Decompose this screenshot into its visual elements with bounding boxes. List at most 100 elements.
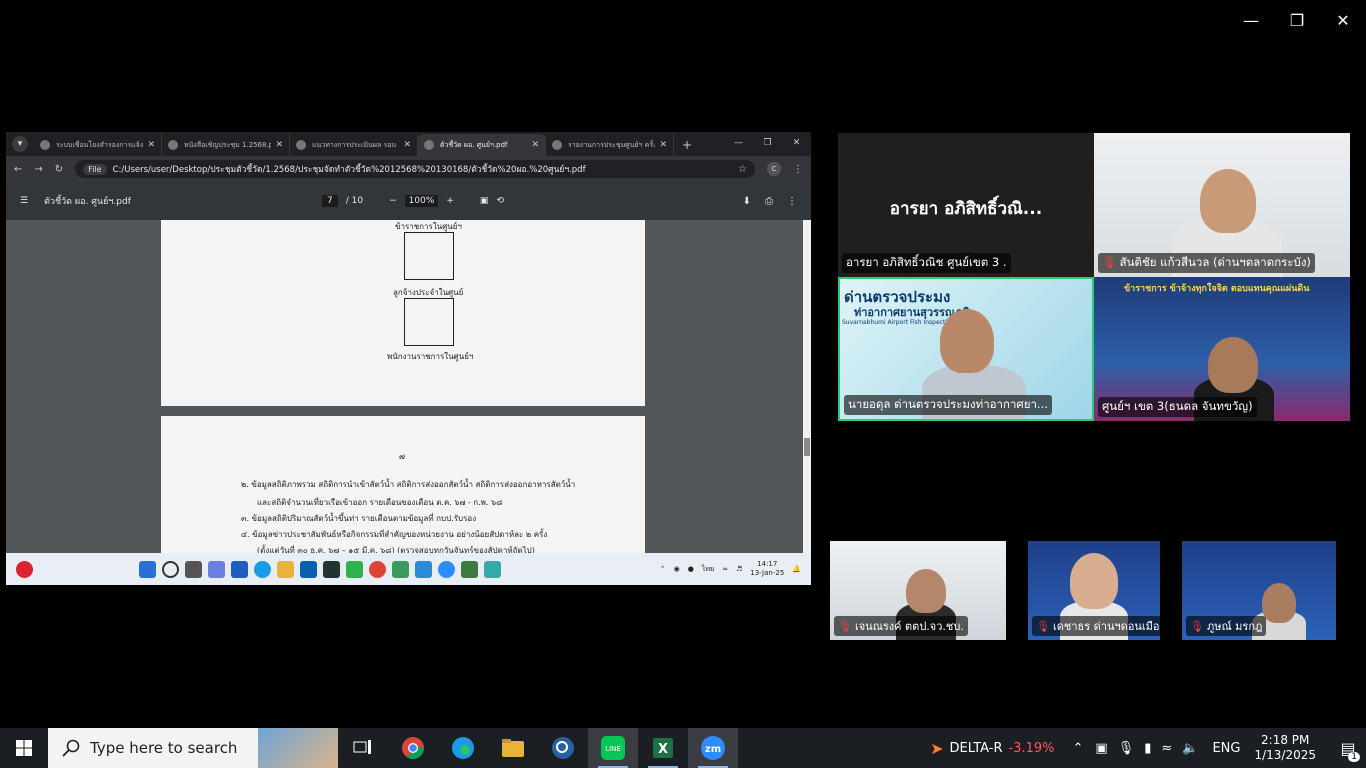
stock-change[interactable]: -3.19%	[1008, 741, 1054, 756]
browser-tab[interactable]: ระบบเชื่อมโยงสำรองการแจ้ง ✕	[34, 134, 162, 156]
task-view-button[interactable]	[338, 728, 388, 768]
tab-favicon-icon	[168, 140, 178, 150]
zoom-in-icon[interactable]: +	[446, 196, 454, 206]
pdf-text: และสถิติจำนวนเที่ยวเรือเข้าออก รายเดือนข…	[257, 498, 503, 507]
clock[interactable]: 2:18 PM 1/13/2025	[1254, 733, 1316, 763]
edge-icon	[452, 737, 474, 759]
outlook-icon	[231, 560, 248, 578]
tab-close-icon[interactable]: ✕	[403, 140, 411, 150]
browser-menu-icon[interactable]: ⋮	[793, 164, 803, 175]
omnibox[interactable]: File C:/Users/user/Desktop/ประชุมตัวชี้ว…	[75, 160, 755, 178]
file-chip: File	[83, 163, 107, 175]
profile-avatar[interactable]: C	[767, 162, 781, 176]
taskbar-search-box[interactable]: Type here to search	[48, 728, 338, 768]
bookmark-star-icon[interactable]: ☆	[738, 164, 747, 175]
search-highlight-image	[258, 728, 338, 768]
tray-app-icon: ◉	[673, 565, 680, 573]
participant-name: อารยา อภิสิทธิ์วณิช ศูนย์เขต 3 .	[842, 253, 1011, 273]
rotate-icon[interactable]: ⟲	[496, 196, 504, 206]
tab-favicon-icon	[552, 140, 562, 150]
tab-search-icon[interactable]: ▾	[12, 136, 28, 152]
task-view-icon	[353, 740, 371, 754]
pdf-viewer[interactable]: ข้าราชการในศูนย์ฯ ลูกจ้างประจำในศูนย์ พน…	[6, 220, 811, 553]
forward-icon[interactable]: →	[34, 164, 42, 175]
stock-widget-icon: ➤	[930, 738, 944, 758]
zoom-icon: zm	[701, 736, 725, 760]
participant-tile[interactable]: 🎙 เจนณรงค์ ตตป.จว.ชบ.	[830, 541, 1006, 640]
muted-mic-icon: 🎙	[1190, 620, 1204, 633]
pdf-text: ๓. ข้อมูลสถิติปริมาณสัตว์น้ำขึ้นท่า รายเ…	[241, 514, 477, 523]
store-icon	[300, 560, 317, 578]
pdf-menu-icon[interactable]: ☰	[20, 196, 28, 206]
volume-icon[interactable]: 🔈	[1182, 741, 1198, 756]
participant-name: 🎙 เดชาธร ด่านฯดอนเมือง	[1032, 616, 1160, 636]
browser-close-icon[interactable]: ✕	[782, 132, 811, 154]
chrome-button[interactable]	[388, 728, 438, 768]
file-explorer-button[interactable]	[488, 728, 538, 768]
print-icon[interactable]: ⎙	[765, 196, 773, 207]
download-icon[interactable]: ⬇	[743, 196, 751, 207]
tab-close-icon[interactable]: ✕	[147, 140, 155, 150]
participant-tile[interactable]: อารยา อภิสิทธิ์วณิ... อารยา อภิสิทธิ์วณิ…	[838, 133, 1094, 277]
participant-name: 🎙 สันติชัย แก้วสีนวล (ด่านฯตลาดกระบัง)	[1098, 253, 1315, 273]
participant-name: 🎙 เจนณรงค์ ตตป.จว.ชบ.	[834, 616, 968, 636]
new-tab-button[interactable]: +	[682, 138, 692, 152]
language-indicator[interactable]: ENG	[1212, 741, 1240, 756]
start-button[interactable]	[0, 728, 48, 768]
wifi-icon[interactable]: ≈	[1161, 741, 1172, 756]
tab-favicon-icon	[40, 140, 50, 150]
participant-placeholder-name: อารยา อภิสิทธิ์วณิ...	[889, 199, 1043, 219]
tray-app-icon[interactable]: ▣	[1095, 741, 1107, 756]
windows-taskbar: Type here to search LINE X zm ➤ DELTA-R …	[0, 728, 1366, 768]
stock-name[interactable]: DELTA-R	[950, 741, 1003, 756]
excel-button[interactable]: X	[638, 728, 688, 768]
url-text: C:/Users/user/Desktop/ประชุมตัวชี้วัด/1.…	[112, 165, 586, 175]
close-button[interactable]: ✕	[1320, 0, 1366, 40]
shared-screen-taskbar: ⌃ ◉ ● ไทย ≈ ♬ 14:17 13-Jan-25 🔔	[6, 553, 811, 585]
line-icon: LINE	[601, 736, 625, 760]
participant-video	[906, 569, 946, 613]
tray-chevron-icon[interactable]: ⌃	[1072, 741, 1083, 756]
edge-button[interactable]	[438, 728, 488, 768]
pdf-more-icon[interactable]: ⋮	[787, 196, 797, 207]
participant-tile-active-speaker[interactable]: ด่านตรวจประมง ท่าอากาศยานสุวรรณภูมิ Suva…	[838, 277, 1094, 421]
page-number-input[interactable]: 7	[322, 195, 338, 207]
zoom-out-icon[interactable]: −	[389, 196, 397, 206]
chrome-icon	[402, 737, 424, 759]
scrollbar-thumb[interactable]	[804, 438, 810, 456]
browser-tab[interactable]: แนวทางการประเมินผล รอบ 1 ✕	[290, 134, 418, 156]
app-button[interactable]	[538, 728, 588, 768]
participant-video	[1262, 583, 1296, 623]
search-placeholder: Type here to search	[90, 739, 238, 757]
restore-button[interactable]: ❐	[1274, 0, 1320, 40]
tab-close-icon[interactable]: ✕	[659, 140, 667, 150]
battery-icon[interactable]: ▮	[1144, 741, 1151, 756]
zoom-button[interactable]: zm	[688, 728, 738, 768]
browser-tab[interactable]: หนังสือเชิญประชุม 1.2568.p ✕	[162, 134, 290, 156]
participant-tile[interactable]: 🎙 เดชาธร ด่านฯดอนเมือง	[1028, 541, 1160, 640]
browser-tab[interactable]: รายงานการประชุมศูนย์ฯ ครั้ง ✕	[546, 134, 674, 156]
participant-tile[interactable]: 🎙 ภูษณ์ มรกฎ	[1182, 541, 1336, 640]
zoom-input[interactable]: 100%	[404, 195, 439, 207]
line-button[interactable]: LINE	[588, 728, 638, 768]
excel-icon: X	[653, 738, 673, 758]
microphone-icon[interactable]: 🎙	[1118, 741, 1135, 756]
pdf-scrollbar[interactable]	[803, 220, 811, 553]
browser-restore-icon[interactable]: ❐	[753, 132, 782, 154]
participant-tile[interactable]: 🎙 สันติชัย แก้วสีนวล (ด่านฯตลาดกระบัง)	[1094, 133, 1350, 277]
participant-name: นายอดุล ด่านตรวจประมงท่าอากาศยา...	[844, 395, 1052, 415]
tray-chevron-icon: ⌃	[659, 565, 666, 573]
notification-center-button[interactable]: ▤ 1	[1330, 728, 1366, 768]
reload-icon[interactable]: ↻	[55, 164, 63, 175]
tab-close-icon[interactable]: ✕	[531, 140, 539, 150]
back-icon[interactable]: ←	[14, 164, 22, 175]
fit-page-icon[interactable]: ▣	[480, 196, 489, 206]
browser-tab-active[interactable]: ตัวชี้วัด ผอ. ศูนย์ฯ.pdf ✕	[418, 134, 546, 156]
tab-favicon-icon	[424, 140, 434, 150]
minimize-button[interactable]: —	[1228, 0, 1274, 40]
browser-minimize-icon[interactable]: —	[724, 132, 753, 154]
svg-text:X: X	[658, 742, 668, 757]
participant-tile[interactable]: ข้าราชการ ข้าจ้างทุกใจจิต ตอบแทนคุณแผ่นด…	[1094, 277, 1350, 421]
signature-box	[404, 298, 454, 346]
tab-close-icon[interactable]: ✕	[275, 140, 283, 150]
